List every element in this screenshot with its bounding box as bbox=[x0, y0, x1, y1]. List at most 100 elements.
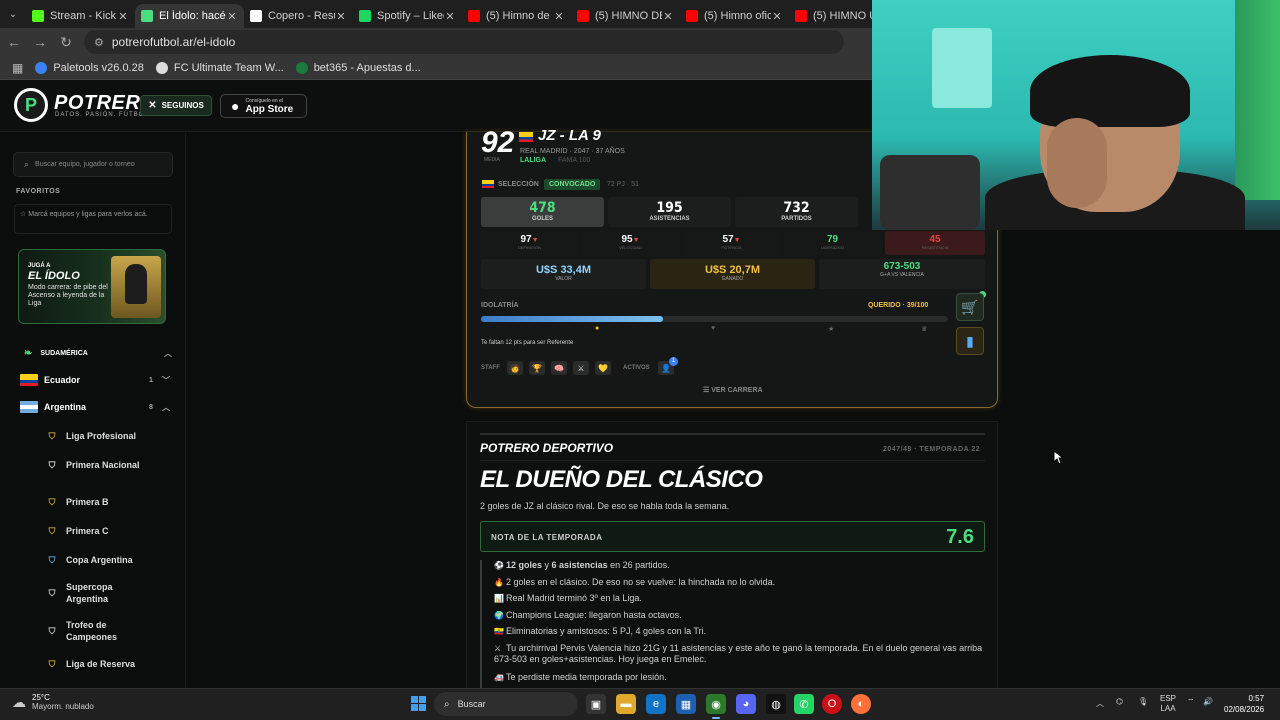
close-icon[interactable]: ✕ bbox=[662, 10, 674, 23]
site-info-icon[interactable]: ⚙ bbox=[94, 36, 104, 49]
forward-icon[interactable]: → bbox=[28, 30, 52, 54]
volume-icon[interactable]: 🔊 bbox=[1203, 697, 1213, 706]
el-idolo-promo[interactable]: JUGÁ A EL ÍDOLO Modo carrera: de pibe de… bbox=[18, 249, 166, 324]
bullet-text: Champions League: llegaron hasta octavos… bbox=[506, 609, 682, 620]
kick-icon bbox=[32, 10, 44, 22]
taskbar-search[interactable]: ⌕ Buscar bbox=[434, 692, 578, 716]
inventory-button[interactable]: ▮ bbox=[956, 327, 984, 355]
follow-button[interactable]: ✕ SEGUINOS bbox=[140, 95, 212, 116]
app-store-button[interactable]: ● Consíguelo en el App Store bbox=[220, 94, 307, 118]
webcam-curtain bbox=[1235, 0, 1280, 200]
chrome-icon[interactable]: ◉ bbox=[706, 694, 726, 719]
tab-title: Stream - Kick Da bbox=[50, 10, 117, 22]
bookmark-item[interactable]: FC Ultimate Team W... bbox=[155, 61, 284, 74]
mouse-cursor-icon bbox=[1053, 450, 1063, 465]
browser-tab[interactable]: Stream - Kick Da ✕ bbox=[26, 4, 135, 28]
opera-icon[interactable]: O bbox=[822, 694, 842, 714]
close-icon[interactable]: ✕ bbox=[553, 10, 565, 23]
browser-tab[interactable]: Copero - Resultad ✕ bbox=[244, 4, 353, 28]
search-placeholder: Buscar equipo, jugador o torneo bbox=[35, 161, 135, 168]
attr-label: VELOCIDAD bbox=[618, 245, 643, 250]
player-overall: 92 bbox=[481, 126, 515, 159]
close-icon[interactable]: ✕ bbox=[335, 10, 347, 23]
sidebar-league-item[interactable]: ⛉ Liga de Reserva bbox=[46, 657, 156, 671]
taskbar bbox=[0, 688, 1280, 720]
league-name: Supercopa Argentina bbox=[66, 582, 113, 604]
league-logo-icon: ⛉ bbox=[48, 431, 56, 441]
obs-icon[interactable]: ◍ bbox=[766, 694, 786, 714]
shop-cart-button[interactable]: 🛒 bbox=[956, 293, 984, 321]
swords-icon[interactable]: ⚔ bbox=[573, 361, 589, 375]
favorites-hint: Marcá equipos y ligas para verlos acá. bbox=[28, 211, 148, 218]
language-indicator[interactable]: ESP LAA bbox=[1160, 694, 1176, 714]
coach-icon[interactable]: 🧑 bbox=[507, 361, 523, 375]
back-icon[interactable]: ← bbox=[2, 30, 26, 54]
sidebar-league-item[interactable]: ⛉ Trofeo de Campeones bbox=[46, 619, 156, 643]
browser-tab[interactable]: (5) Himno oficial ✕ bbox=[680, 4, 789, 28]
sidebar-league-item[interactable]: ⛉ Primera Nacional bbox=[46, 458, 156, 472]
ecuador-flag-icon bbox=[20, 374, 38, 386]
logo-tagline: DATOS. PASIÓN. FÚTBOL. bbox=[55, 112, 152, 118]
clock[interactable]: 0:57 02/08/2026 bbox=[1224, 693, 1264, 715]
region-sudamerica[interactable]: ❧ SUDAMÉRICA ︿ bbox=[24, 345, 172, 361]
tray-chevron-icon[interactable]: ︿ bbox=[1096, 698, 1104, 709]
windows-start-icon[interactable] bbox=[411, 696, 427, 712]
league-name: Primera B bbox=[66, 497, 109, 507]
microphone-icon[interactable]: 🎙 bbox=[1138, 697, 1148, 706]
country-count: 1 bbox=[149, 376, 153, 384]
sidebar-league-item[interactable]: ⛉ Copa Argentina bbox=[46, 553, 156, 567]
stat-assists[interactable]: 195 ASISTENCIAS bbox=[608, 197, 731, 227]
webcam-hair bbox=[1030, 55, 1190, 127]
webcam-overlay bbox=[872, 0, 1280, 230]
milestone-star-icon: ★ bbox=[828, 326, 835, 333]
potrero-logo-icon[interactable]: P bbox=[14, 88, 48, 122]
browser-tab[interactable]: (5) Himno de la C ✕ bbox=[462, 4, 571, 28]
network-icon[interactable]: ⌬ bbox=[1116, 697, 1123, 706]
bookmark-item[interactable]: bet365 - Apuestas d... bbox=[295, 61, 421, 74]
sidebar-league-item[interactable]: ⛉ Liga Profesional bbox=[46, 429, 156, 443]
ver-carrera-link[interactable]: ☰ VER CARRERA bbox=[703, 386, 763, 394]
news-rule bbox=[480, 433, 985, 435]
close-icon[interactable]: ✕ bbox=[771, 10, 783, 23]
stat-matches[interactable]: 732 PARTIDOS bbox=[735, 197, 858, 227]
bookmark-icon bbox=[295, 61, 308, 74]
country-ecuador[interactable]: Ecuador 1 ﹀ bbox=[20, 371, 170, 389]
webcam-window bbox=[932, 28, 992, 108]
weather-widget[interactable]: ☁ 25°C Mayorm. nublado bbox=[12, 693, 94, 711]
discord-icon[interactable]: ◕ bbox=[736, 694, 756, 714]
league-logo-icon: ⛉ bbox=[48, 626, 56, 636]
stat-goals[interactable]: 478 GOLES bbox=[481, 197, 604, 227]
bullet-icon: 🌍 bbox=[494, 610, 504, 620]
lang-top: ESP bbox=[1160, 694, 1177, 703]
url-field[interactable]: ⚙ potrerofutbol.ar/el-idolo bbox=[84, 30, 844, 54]
sidebar-league-item[interactable]: ⛉ Primera B bbox=[46, 495, 156, 509]
file-explorer-icon[interactable]: ▬ bbox=[616, 694, 636, 714]
country-name: Ecuador bbox=[44, 375, 81, 385]
close-icon[interactable]: ✕ bbox=[226, 10, 238, 23]
bookmark-item[interactable]: Paletools v26.0.28 bbox=[35, 61, 144, 74]
search-input[interactable]: ⌕ Buscar equipo, jugador o torneo bbox=[13, 152, 173, 177]
close-icon[interactable]: ✕ bbox=[444, 10, 456, 23]
sidebar-league-item[interactable]: ⛉ Primera C bbox=[46, 524, 156, 538]
browser-tab[interactable]: Spotify – Liked So ✕ bbox=[353, 4, 462, 28]
browser-tab[interactable]: (5) HIMNO DE LA ✕ bbox=[571, 4, 680, 28]
close-icon[interactable]: ✕ bbox=[117, 10, 129, 23]
heart-icon[interactable]: 💛 bbox=[595, 361, 611, 375]
apps-grid-icon[interactable]: ▦ bbox=[12, 61, 23, 75]
brain-icon[interactable]: 🧠 bbox=[551, 361, 567, 375]
country-argentina[interactable]: Argentina 8 ︿ bbox=[20, 398, 170, 416]
player-team: REAL MADRID · 2047 · 37 AÑOS bbox=[520, 148, 625, 155]
selection-stats: 72 PJ · 51 bbox=[607, 181, 639, 188]
attr-value: 45 bbox=[929, 234, 941, 245]
edge-icon[interactable]: e bbox=[646, 694, 666, 714]
sidebar-league-item[interactable]: ⛉ Supercopa Argentina bbox=[46, 581, 156, 605]
whatsapp-icon[interactable]: ✆ bbox=[794, 694, 814, 714]
firefox-icon[interactable]: ◐ bbox=[851, 694, 871, 714]
trophy-icon[interactable]: 🏆 bbox=[529, 361, 545, 375]
browser-tab[interactable]: El Ídolo: hacé tu c ✕ bbox=[135, 4, 244, 28]
tab-search-icon[interactable]: ⌄ bbox=[0, 0, 26, 28]
reload-icon[interactable]: ↻ bbox=[54, 30, 78, 54]
store-icon[interactable]: ▦ bbox=[676, 694, 696, 714]
wifi-icon[interactable]: ⌔ bbox=[1187, 697, 1195, 707]
task-view-icon[interactable]: ▣ bbox=[586, 694, 606, 714]
